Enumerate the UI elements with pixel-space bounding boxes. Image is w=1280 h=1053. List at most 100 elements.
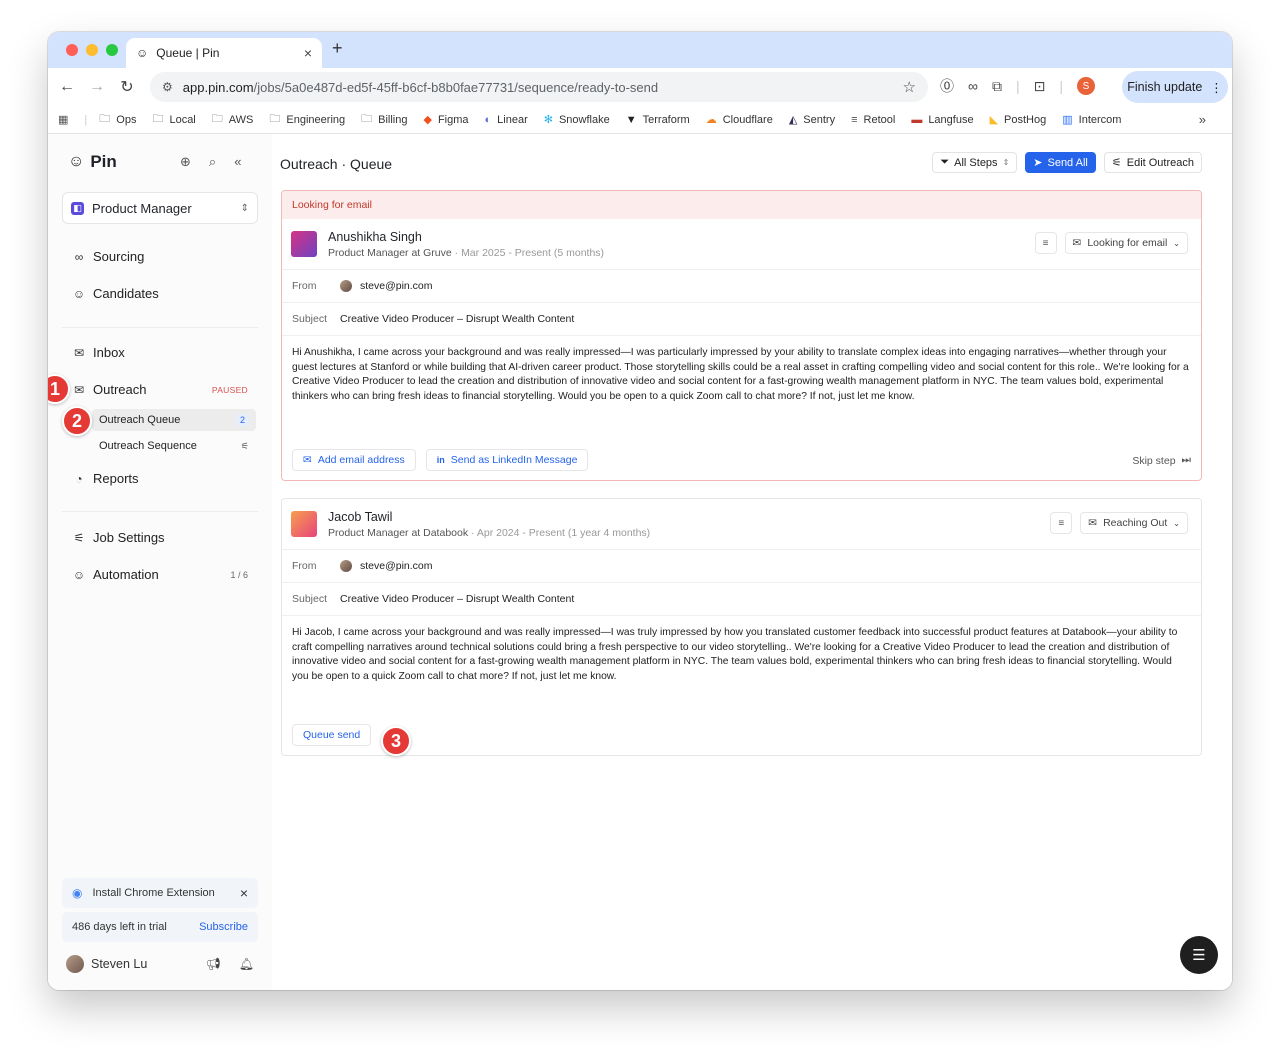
subject-field[interactable]: Creative Video Producer – Disrupt Wealth… [340,313,574,325]
maximize-window-button[interactable] [106,44,118,56]
breadcrumb-section[interactable]: Outreach [280,156,338,172]
bookmark-figma[interactable]: ◆ Figma [423,113,468,127]
job-selector[interactable]: ◧ Product Manager ⇕ [62,192,258,224]
candidate-avatar[interactable] [291,231,317,257]
send-all-button[interactable]: ➤ Send All [1025,152,1096,173]
details-icon[interactable]: ≡ [1034,232,1057,254]
status-dropdown[interactable]: ✉ Reaching Out ⌄ [1080,512,1188,534]
chat-support-button[interactable]: ☰ [1180,936,1218,974]
sidebar-item-label: Inbox [93,345,125,360]
user-profile[interactable]: Steven Lu 📢︎ 🔔︎ [66,952,254,976]
sidebar-item-outreach[interactable]: ✉ Outreach PAUSED [72,382,248,397]
bookmark-retool[interactable]: ≡ Retool [851,114,895,126]
job-selector-label: Product Manager [92,200,192,216]
sidebar-item-outreach-sequence[interactable]: Outreach Sequence ⚟ [92,435,256,457]
password-manager-icon[interactable]: ⓪ [940,76,954,96]
sidebar-item-candidates[interactable]: ☺ Candidates [72,286,248,301]
bookmark-local[interactable]: 🗀 Local [152,110,195,129]
subject-field[interactable]: Creative Video Producer – Disrupt Wealth… [340,593,574,605]
close-tab-icon[interactable]: × [304,45,312,61]
user-tools: 📢︎ 🔔︎ [206,957,254,971]
user-name: Steven Lu [91,957,148,971]
bookmark-label: Retool [863,113,896,126]
install-extension-banner[interactable]: ◉ Install Chrome Extension × [62,878,258,908]
apps-grid-icon[interactable]: ▦ [58,113,68,126]
collapse-sidebar-icon[interactable]: « [234,154,241,170]
from-value[interactable]: steve@pin.com [360,560,433,572]
minimize-window-button[interactable] [86,44,98,56]
finish-update-button[interactable]: Finish update ⋮ [1122,71,1228,103]
bookmark-label: Intercom [1078,113,1122,126]
send-icon: ➤ [1033,157,1043,169]
back-arrow-icon[interactable]: ← [52,78,82,96]
bookmarks-overflow-icon[interactable]: » [1199,112,1206,127]
bookmark-aws[interactable]: 🗀 AWS [212,110,254,129]
candidate-name[interactable]: Jacob Tawil [328,510,650,524]
skip-step-button[interactable]: Skip step ⏭ [1132,454,1191,467]
profile-avatar[interactable]: S [1077,77,1095,95]
tab-search-icon[interactable]: ⊡ [1034,78,1046,95]
bookmark-intercom[interactable]: ▥ Intercom [1062,113,1122,127]
bookmark-sentry[interactable]: ◭ Sentry [789,113,836,127]
sliders-icon: ⚟ [1111,157,1122,169]
forward-arrow-icon[interactable]: → [82,78,112,96]
sidebar-item-outreach-queue[interactable]: Outreach Queue 2 [92,409,256,431]
megaphone-icon[interactable]: 📢︎ [206,957,221,971]
from-label: From [292,560,317,572]
details-icon[interactable]: ≡ [1050,512,1073,534]
bookmark-star-icon[interactable]: ☆ [903,78,916,96]
subscribe-link[interactable]: Subscribe [199,921,248,933]
brand[interactable]: ☺ Pin [68,152,117,172]
breadcrumb-separator: · [337,156,351,172]
candidate-avatar[interactable] [291,511,317,537]
page-title: Outreach · Queue [280,156,392,172]
bookmark-snowflake[interactable]: ✻ Snowflake [544,113,610,127]
site-settings-icon[interactable]: ⚙ [162,80,173,94]
message-body[interactable]: Hi Jacob, I came across your background … [282,615,1201,694]
message-body[interactable]: Hi Anushikha, I came across your backgro… [282,335,1201,414]
sender-avatar [340,280,352,292]
edit-outreach-button[interactable]: ⚟ Edit Outreach [1103,152,1202,173]
sidebar-item-sourcing[interactable]: ∞ Sourcing [72,249,248,264]
new-tab-button[interactable]: + [332,38,343,59]
sidebar-item-job-settings[interactable]: ⚟ Job Settings [72,530,248,545]
sequence-settings-icon: ⚟ [240,440,249,451]
address-bar[interactable]: ⚙ app.pin.com/jobs/5a0e487d-ed5f-45ff-b6… [150,72,928,102]
add-email-button[interactable]: ✉ Add email address [292,449,416,471]
candidate-name[interactable]: Anushikha Singh [328,230,604,244]
bookmark-linear[interactable]: ◐ Linear [485,114,528,126]
extensions-puzzle-icon[interactable]: ⧉ [992,78,1002,95]
browser-tab[interactable]: ☺ Queue | Pin × [126,38,322,68]
link-extension-icon[interactable]: ∞ [968,78,978,94]
bookmark-label: Langfuse [928,113,974,126]
sidebar-item-reports[interactable]: ◔ Reports [72,471,248,486]
queue-send-button[interactable]: Queue send [292,724,372,746]
reload-icon[interactable]: ↻ [112,77,142,97]
bookmark-terraform[interactable]: ▼ Terraform [626,114,690,126]
status-dropdown[interactable]: ✉ Looking for email ⌄ [1064,232,1188,254]
bookmark-langfuse[interactable]: ▬ Langfuse [911,114,973,126]
posthog-icon: ◣ [989,114,999,126]
add-circle-icon[interactable]: ⊕ [180,154,191,170]
folder-icon: 🗀 [211,113,223,125]
users-icon: ☺ [72,286,86,301]
search-icon[interactable]: ⌕ [209,154,216,170]
bell-icon[interactable]: 🔔︎ [239,957,254,971]
bookmark-engineering[interactable]: 🗀 Engineering [269,110,345,129]
bookmark-billing[interactable]: 🗀 Billing [361,110,407,129]
bookmark-cloudflare[interactable]: ☁ Cloudflare [706,113,773,127]
bookmark-posthog[interactable]: ◣ PostHog [989,113,1047,127]
send-linkedin-button[interactable]: in Send as LinkedIn Message [425,449,589,471]
nav-bar: ← → ↻ ⚙ app.pin.com/jobs/5a0e487d-ed5f-4… [48,68,1232,106]
close-window-button[interactable] [66,44,78,56]
close-icon[interactable]: × [240,885,248,901]
folder-icon: 🗀 [152,113,164,125]
bookmark-ops[interactable]: 🗀 Ops [99,110,136,129]
sidebar-item-automation[interactable]: ☺ Automation 1 / 6 [72,567,248,582]
annotation-marker-3: 3 [381,726,411,756]
from-value[interactable]: steve@pin.com [360,280,433,292]
bookmark-label: Sentry [803,113,836,126]
steps-filter-dropdown[interactable]: ⏷ All Steps ⇕ [932,152,1018,173]
linear-icon: ◐ [484,113,492,126]
sidebar-item-inbox[interactable]: ✉ Inbox [72,345,248,360]
